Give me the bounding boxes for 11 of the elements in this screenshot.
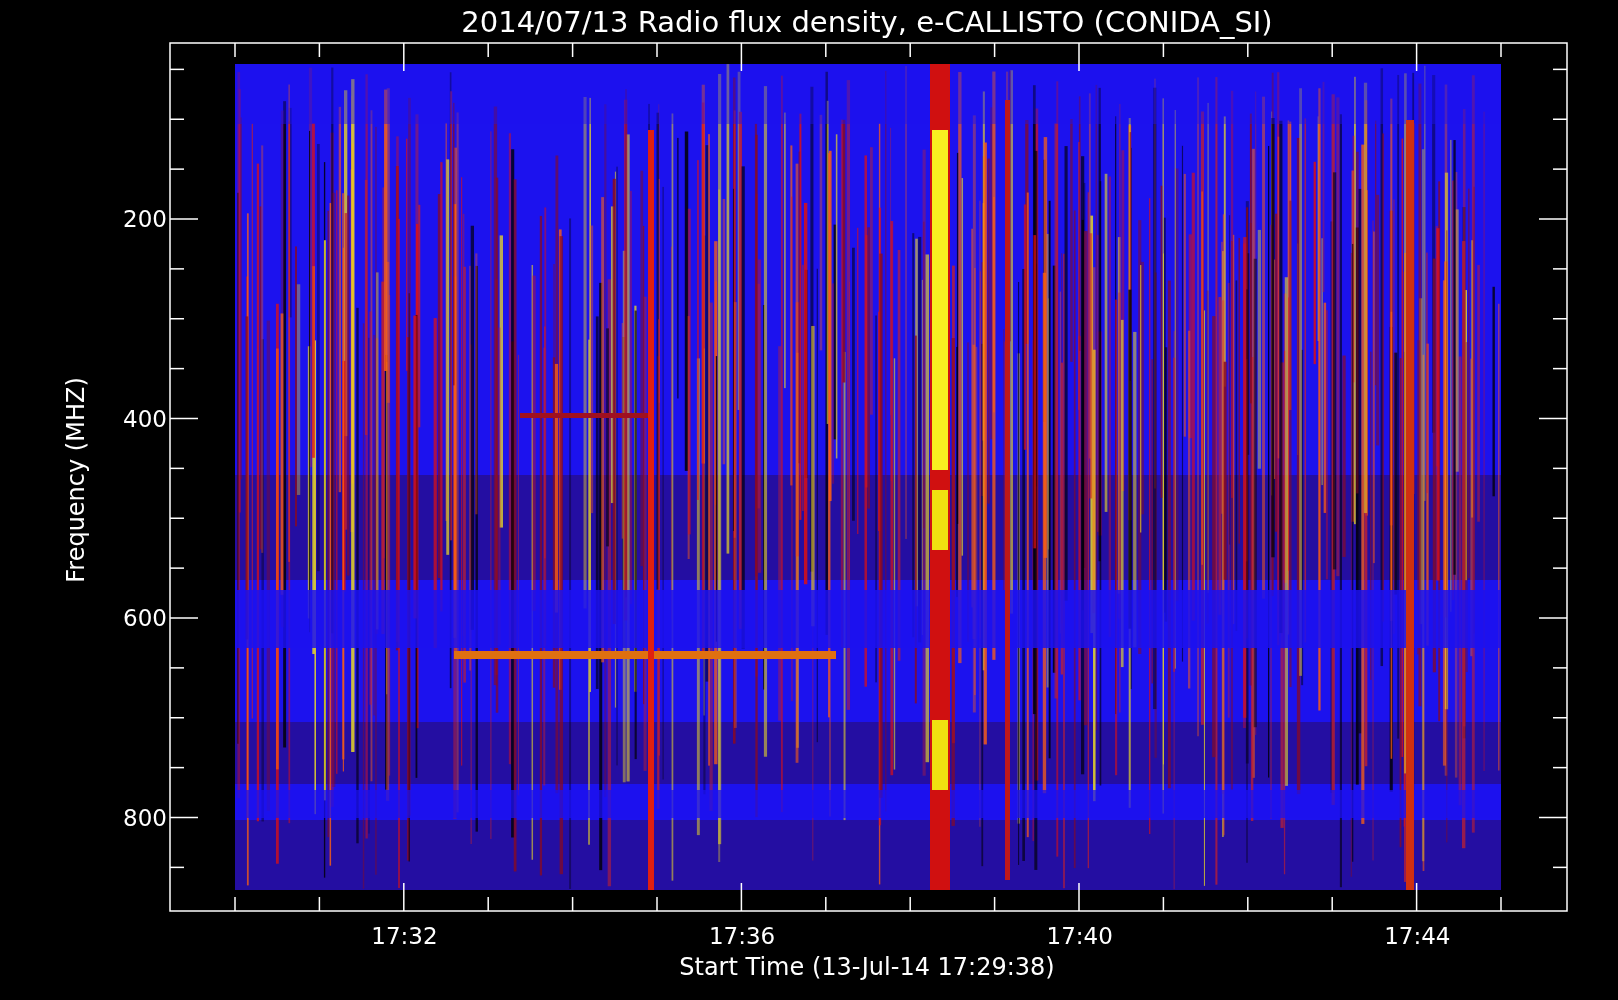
tick-label: 800 [123, 804, 167, 831]
axis-label: Frequency (MHZ) [62, 377, 90, 583]
plot-title: 2014/07/13 Radio flux density, e-CALLISTO (CONIDA_SI) [461, 5, 1273, 39]
tick-label: 17:40 [1046, 923, 1113, 949]
tick-label: 200 [123, 206, 167, 232]
axis-label: Start Time (13-Jul-14 17:29:38) [679, 953, 1055, 981]
tick-label: 600 [123, 605, 167, 631]
tick-label: 17:44 [1384, 923, 1451, 949]
tick-label: 17:36 [708, 923, 776, 949]
tick-label: 17:32 [371, 923, 438, 949]
tick-label: 400 [123, 405, 167, 432]
